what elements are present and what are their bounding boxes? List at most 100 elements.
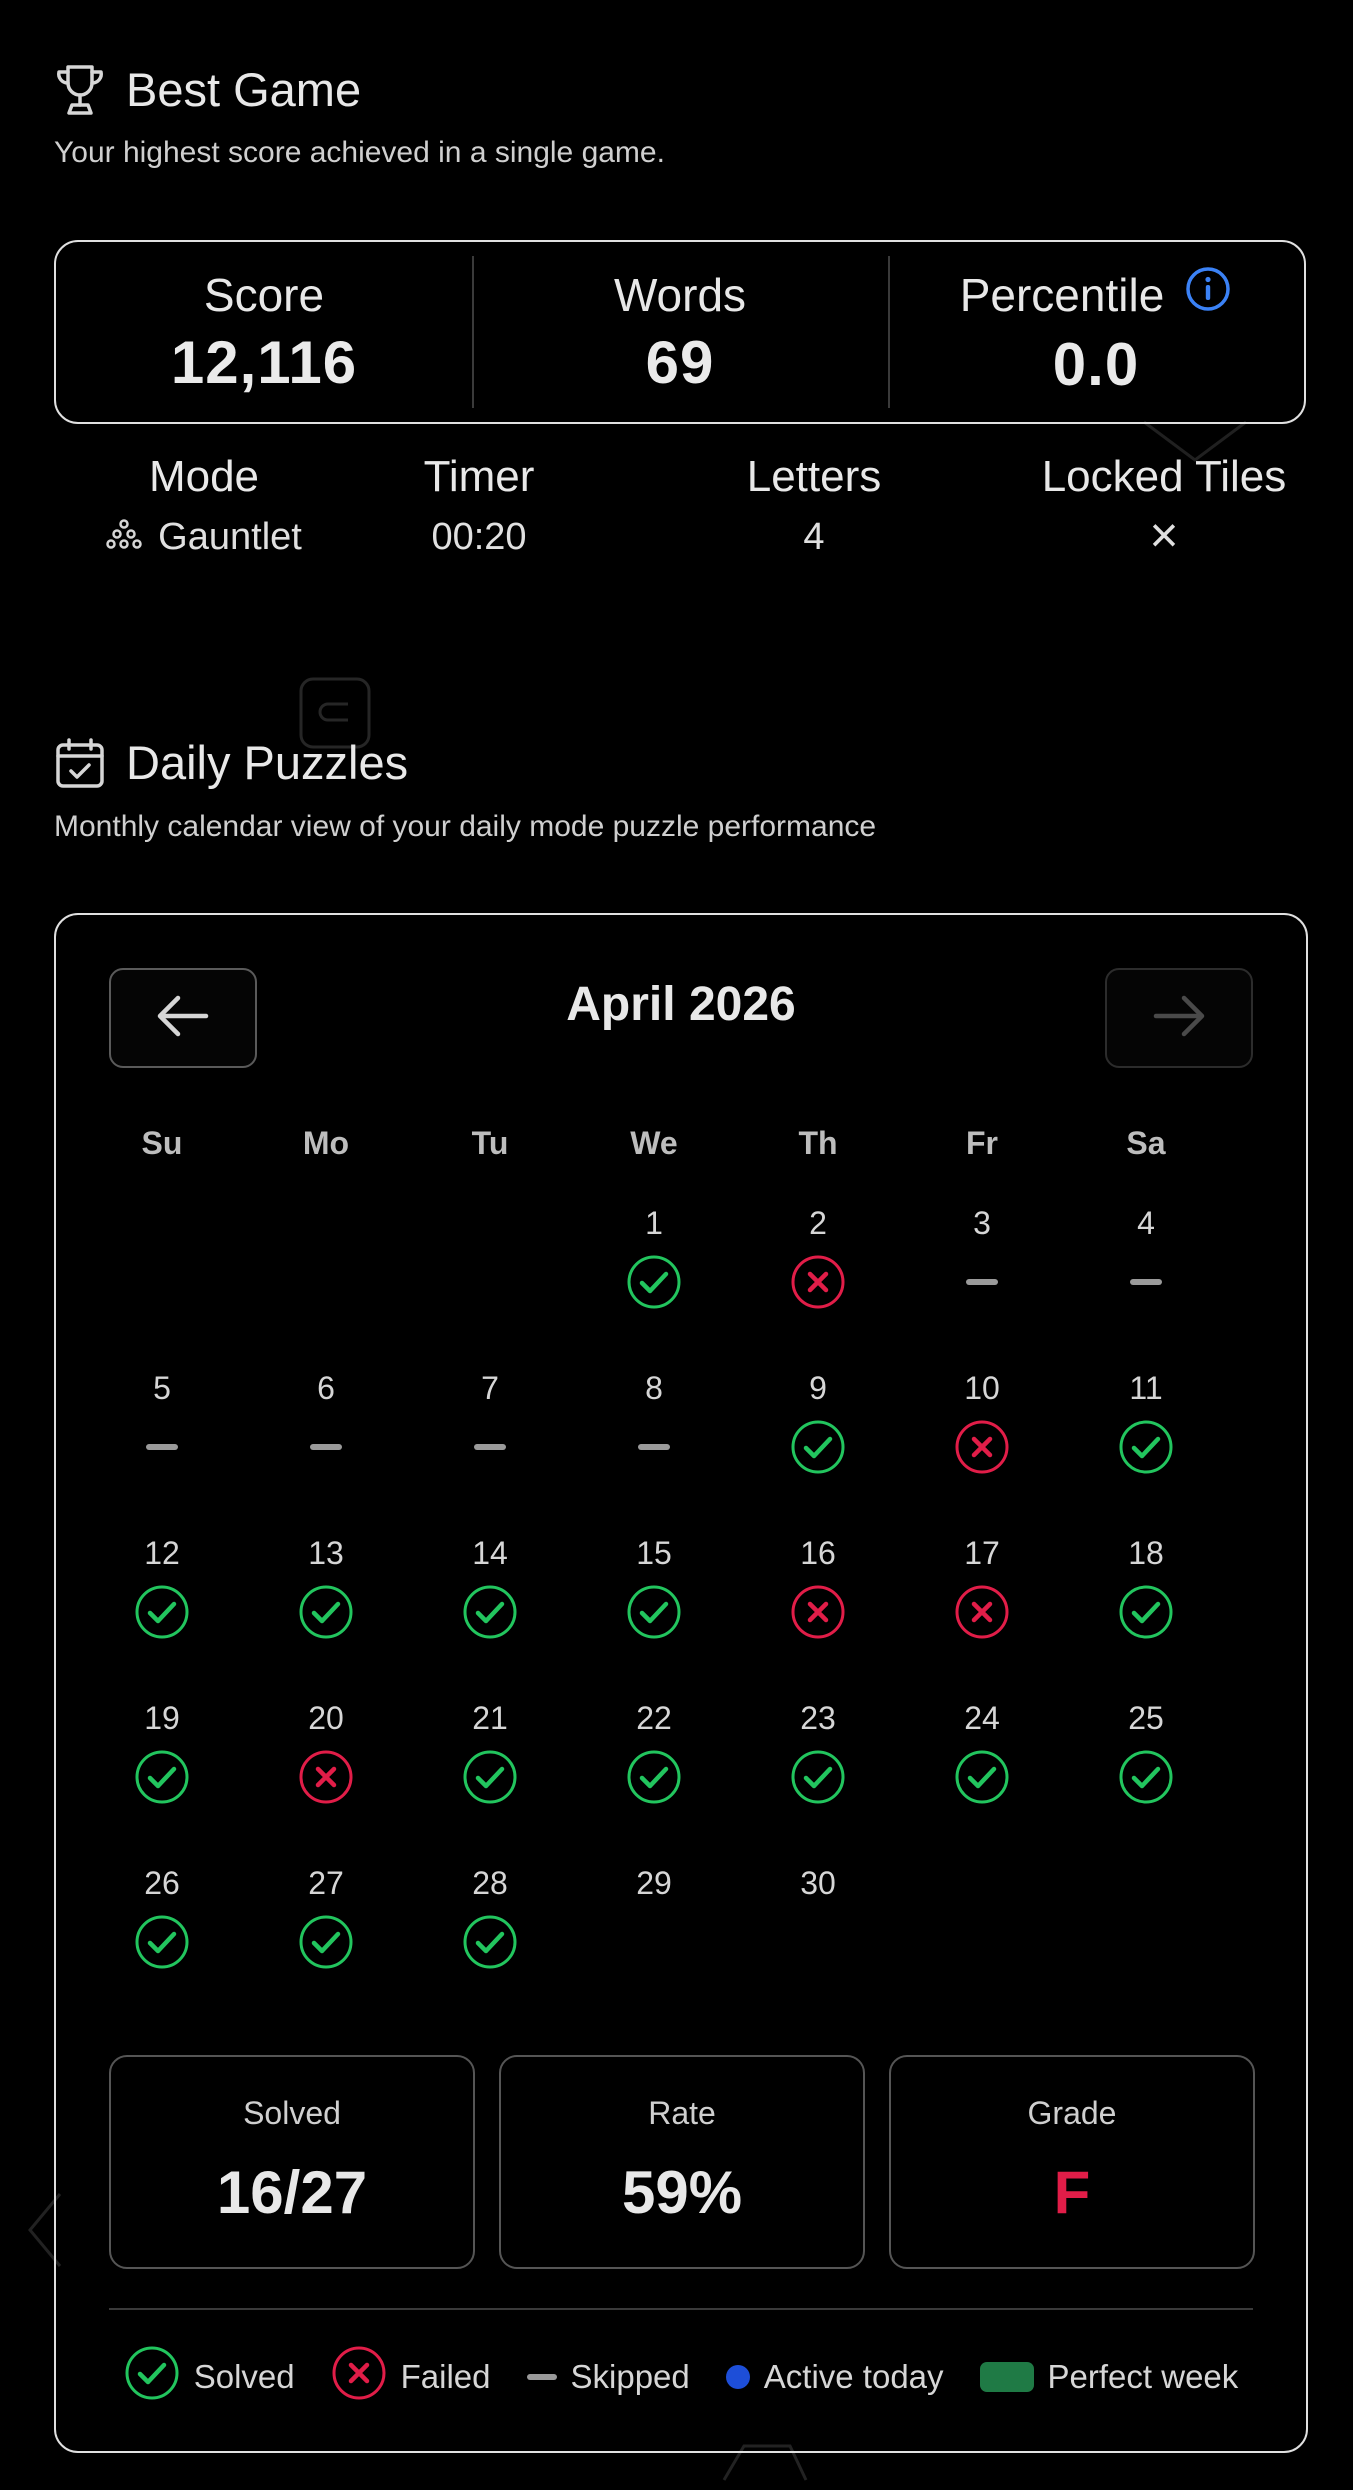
day-number: 8 [645, 1370, 663, 1406]
legend-active-today-label: Active today [763, 2358, 944, 2395]
calendar-day[interactable]: 4 [1064, 1205, 1228, 1310]
calendar-day[interactable]: 24 [900, 1700, 1064, 1805]
timer-value: 00:20 [431, 516, 527, 558]
day-number: 6 [317, 1370, 335, 1406]
calendar-day[interactable]: 29 [572, 1865, 736, 1970]
x-circle-icon [900, 1584, 1064, 1640]
day-number: 24 [964, 1700, 1000, 1736]
locked-tiles-label: Locked Tiles [1041, 452, 1287, 501]
best-game-header: Best Game [54, 62, 361, 117]
calendar-day[interactable]: 23 [736, 1700, 900, 1805]
solved-stat-value: 16/27 [216, 2159, 368, 2226]
calendar-day[interactable]: 21 [408, 1700, 572, 1805]
day-number: 25 [1128, 1700, 1164, 1736]
legend-failed: Failed [331, 2345, 491, 2409]
day-number: 5 [153, 1370, 171, 1406]
weekday-header: Sa [1126, 1125, 1166, 1161]
check-circle-icon [736, 1749, 900, 1805]
rate-stat-label: Rate [648, 2095, 716, 2131]
words-label: Words [613, 268, 747, 321]
legend-perfect-week-label: Perfect week [1047, 2358, 1239, 2395]
dash-icon [408, 1419, 572, 1475]
x-circle-icon [331, 2345, 387, 2409]
calendar-day[interactable]: 6 [244, 1370, 408, 1475]
trophy-icon [54, 63, 106, 117]
day-number: 18 [1128, 1535, 1164, 1571]
calendar-day[interactable]: 7 [408, 1370, 572, 1475]
calendar-day[interactable]: 30 [736, 1865, 900, 1970]
calendar-day[interactable]: 3 [900, 1205, 1064, 1310]
check-circle-icon [80, 1584, 244, 1640]
check-circle-icon [572, 1749, 736, 1805]
weekday-header: Su [141, 1125, 183, 1161]
best-game-title: Best Game [126, 63, 362, 116]
calendar-day[interactable]: 10 [900, 1370, 1064, 1475]
letters-label: Letters [746, 452, 882, 501]
day-number: 26 [144, 1865, 180, 1901]
calendar-day[interactable]: 20 [244, 1700, 408, 1805]
calendar-day[interactable]: 9 [736, 1370, 900, 1475]
grade-stat-label: Grade [1027, 2095, 1117, 2131]
next-month-button[interactable] [1105, 968, 1253, 1068]
check-circle-icon [124, 2345, 180, 2409]
day-number: 13 [308, 1535, 344, 1571]
calendar-day[interactable]: 17 [900, 1535, 1064, 1640]
calendar-day[interactable]: 28 [408, 1865, 572, 1970]
day-number: 16 [800, 1535, 836, 1571]
dash-icon [526, 2374, 557, 2380]
weekday-header: Fr [966, 1125, 998, 1161]
mode-label: Mode [148, 452, 260, 501]
calendar-day[interactable]: 5 [80, 1370, 244, 1475]
empty-mark [572, 1914, 736, 1970]
words-cell: Words 69 [472, 242, 888, 422]
best-game-meta: Mode Gauntlet Timer 00:20 Letters 4 Lock… [54, 452, 1306, 582]
day-number: 10 [964, 1370, 1000, 1406]
rate-stat-value: 59% [621, 2159, 743, 2226]
check-circle-icon [736, 1419, 900, 1475]
locked-tiles-cell: Locked Tiles × [1014, 452, 1314, 564]
calendar-day[interactable]: 12 [80, 1535, 244, 1640]
calendar-day[interactable]: 14 [408, 1535, 572, 1640]
calendar-day[interactable]: 18 [1064, 1535, 1228, 1640]
calendar-day[interactable]: 25 [1064, 1700, 1228, 1805]
info-icon[interactable] [1184, 265, 1232, 324]
green-rect-icon [979, 2362, 1034, 2392]
calendar-day[interactable]: 19 [80, 1700, 244, 1805]
weekday-header: Th [798, 1125, 838, 1161]
day-number: 2 [809, 1205, 827, 1241]
calendar-day[interactable]: 2 [736, 1205, 900, 1310]
legend-active-today: Active today [725, 2358, 944, 2396]
day-number: 1 [645, 1205, 663, 1241]
calendar-day[interactable]: 15 [572, 1535, 736, 1640]
weekday-header: Tu [471, 1125, 509, 1161]
letters-cell: Letters 4 [714, 452, 914, 559]
check-circle-icon [408, 1749, 572, 1805]
day-number: 21 [472, 1700, 508, 1736]
calendar-day[interactable]: 22 [572, 1700, 736, 1805]
calendar-day[interactable]: 13 [244, 1535, 408, 1640]
best-game-subtitle: Your highest score achieved in a single … [54, 136, 665, 169]
percentile-cell: Percentile 0.0 [888, 242, 1304, 422]
mode-value-row: Gauntlet [64, 516, 344, 559]
arrow-right-icon [1152, 994, 1206, 1043]
day-number: 28 [472, 1865, 508, 1901]
day-number: 14 [472, 1535, 508, 1571]
percentile-label-row: Percentile [960, 265, 1233, 324]
words-value: 69 [645, 328, 715, 396]
dash-icon [80, 1419, 244, 1475]
grade-stat-value: F [1053, 2159, 1091, 2226]
calendar-day[interactable]: 27 [244, 1865, 408, 1970]
percentile-label: Percentile [959, 268, 1165, 321]
day-number: 12 [144, 1535, 180, 1571]
mode-value: Gauntlet [158, 516, 302, 558]
check-circle-icon [244, 1584, 408, 1640]
grade-stat-box: Grade F [889, 2055, 1255, 2269]
calendar-day[interactable]: 11 [1064, 1370, 1228, 1475]
calendar-day[interactable]: 16 [736, 1535, 900, 1640]
calendar-day[interactable]: 1 [572, 1205, 736, 1310]
calendar-day[interactable]: 26 [80, 1865, 244, 1970]
percentile-value: 0.0 [1052, 331, 1140, 398]
day-number: 19 [144, 1700, 180, 1736]
x-circle-icon [900, 1419, 1064, 1475]
calendar-day[interactable]: 8 [572, 1370, 736, 1475]
